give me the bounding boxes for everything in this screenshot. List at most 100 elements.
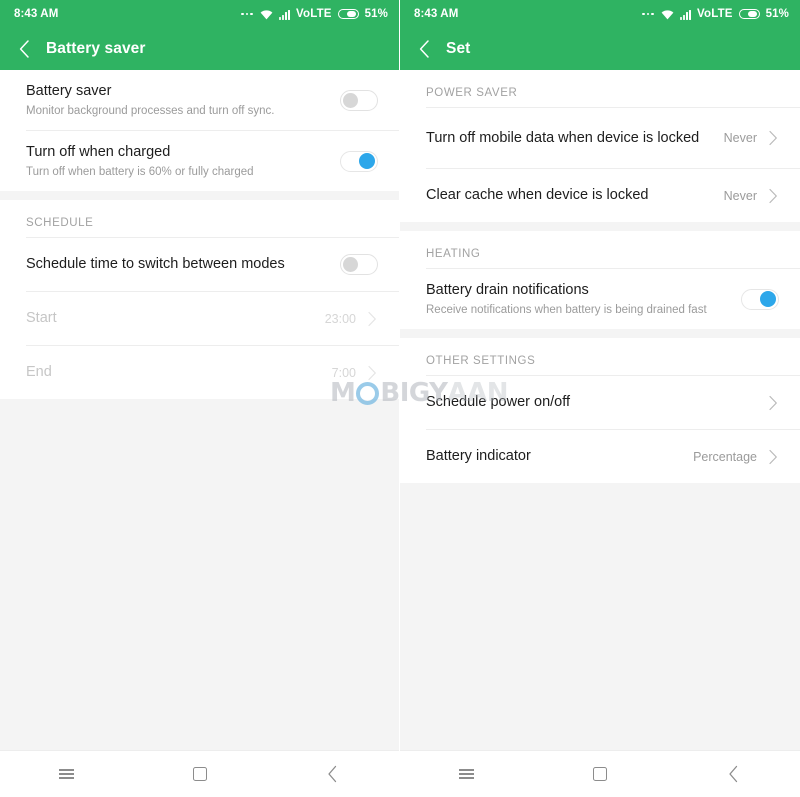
section-header-other-settings: OTHER SETTINGS	[400, 338, 800, 375]
list-item-subtitle: Monitor background processes and turn of…	[26, 104, 275, 117]
phone-screen-battery-saver: 8:43 AM VoLTE 51% Battery saver Battery …	[0, 0, 399, 797]
list-item[interactable]: Turn off mobile data when device is lock…	[400, 108, 800, 168]
list-item[interactable]: Schedule time to switch between modes	[0, 238, 399, 291]
list-item-title: Turn off mobile data when device is lock…	[426, 129, 700, 146]
toggle-schedule-time[interactable]	[340, 254, 378, 275]
list-item-title: Battery saver	[26, 82, 112, 99]
list-item-title: Schedule time to switch between modes	[26, 256, 285, 272]
settings-section: OTHER SETTINGS Schedule power on/off Bat…	[400, 338, 800, 483]
list-item-texts: Schedule time to switch between modes	[26, 244, 340, 285]
battery-icon	[337, 8, 359, 20]
dual-screenshot-container: 8:43 AM VoLTE 51% Battery saver Battery …	[0, 0, 800, 797]
signal-icon	[679, 9, 691, 20]
network-type-label: VoLTE	[295, 8, 332, 20]
back-chevron-icon	[328, 765, 337, 783]
list-item-texts: Battery indicator	[426, 436, 693, 477]
toggle-battery-saver[interactable]	[340, 89, 378, 111]
back-chevron-icon	[729, 765, 737, 783]
list-item-title: Clear cache when device is locked	[426, 187, 649, 203]
battery-percent-label: 51%	[765, 8, 789, 20]
page-title: Battery saver	[46, 40, 146, 57]
list-item-title: End	[26, 364, 52, 380]
nav-back-button[interactable]	[667, 751, 800, 797]
menu-icon	[459, 767, 475, 782]
status-icons: VoLTE 51%	[241, 8, 388, 20]
section-gap	[400, 222, 800, 231]
list-item-texts: Battery drain notifications Receive noti…	[426, 270, 741, 329]
app-bar: Battery saver	[0, 28, 399, 70]
home-square-icon	[592, 767, 607, 781]
system-nav-bar	[0, 750, 399, 797]
status-bar: 8:43 AM VoLTE 51%	[400, 0, 800, 28]
nav-back-button[interactable]	[266, 751, 399, 797]
status-time: 8:43 AM	[14, 8, 59, 20]
section-gap	[400, 329, 800, 338]
list-item-subtitle: Receive notifications when battery is be…	[426, 303, 707, 316]
list-item-title: Battery indicator	[426, 448, 531, 464]
settings-section: Battery saver Monitor background process…	[0, 70, 399, 191]
settings-content: Battery saver Monitor background process…	[0, 70, 399, 797]
list-item-value: Never	[723, 188, 757, 203]
list-item-texts: Turn off when charged Turn off when batt…	[26, 132, 340, 191]
list-item-title: Schedule power on/off	[426, 394, 571, 410]
list-item[interactable]: Battery saver Monitor background process…	[0, 70, 399, 130]
section-header-schedule: SCHEDULE	[0, 200, 399, 237]
list-item-texts: Battery saver Monitor background process…	[26, 71, 340, 130]
list-item-texts: Clear cache when device is locked	[426, 175, 724, 216]
list-item[interactable]: Clear cache when device is locked Never	[400, 169, 800, 222]
menu-icon	[59, 767, 74, 782]
nav-home-button[interactable]	[533, 751, 666, 797]
list-item-texts: End	[26, 352, 332, 393]
list-item-title: Start	[26, 310, 57, 326]
battery-icon	[738, 8, 760, 20]
list-item-title: Turn off when charged	[26, 143, 171, 160]
page-title: Set	[446, 40, 471, 57]
more-icon	[241, 12, 254, 16]
nav-menu-button[interactable]	[400, 751, 533, 797]
back-chevron-icon[interactable]	[13, 38, 35, 60]
list-item-texts: Start	[26, 298, 325, 339]
chevron-right-icon	[769, 188, 777, 203]
network-type-label: VoLTE	[696, 8, 733, 20]
toggle-battery-drain-notifications[interactable]	[741, 288, 779, 310]
list-item[interactable]: End 7:00	[0, 346, 399, 399]
list-item-value: 23:00	[324, 311, 356, 326]
section-header-power-saver: POWER SAVER	[400, 70, 800, 107]
settings-content: POWER SAVER Turn off mobile data when de…	[400, 70, 800, 797]
toggle-turn-off-when-charged[interactable]	[340, 150, 378, 172]
chevron-right-icon	[769, 130, 777, 146]
wifi-icon	[661, 9, 674, 20]
back-chevron-icon[interactable]	[413, 38, 435, 60]
battery-percent-label: 51%	[364, 8, 388, 20]
list-item-value: Percentage	[693, 449, 757, 464]
system-nav-bar	[400, 750, 800, 797]
status-time: 8:43 AM	[414, 8, 459, 20]
list-item-texts: Schedule power on/off	[426, 382, 757, 423]
list-item[interactable]: Turn off when charged Turn off when batt…	[0, 131, 399, 191]
section-gap	[0, 191, 399, 200]
home-square-icon	[192, 767, 207, 781]
status-icons: VoLTE 51%	[642, 8, 789, 20]
settings-section: POWER SAVER Turn off mobile data when de…	[400, 70, 800, 222]
more-icon	[642, 12, 655, 16]
nav-home-button[interactable]	[133, 751, 266, 797]
list-item[interactable]: Battery drain notifications Receive noti…	[400, 269, 800, 329]
list-item-texts: Turn off mobile data when device is lock…	[426, 118, 724, 159]
list-item[interactable]: Battery indicator Percentage	[400, 430, 800, 483]
settings-section: HEATING Battery drain notifications Rece…	[400, 231, 800, 329]
chevron-right-icon	[368, 311, 376, 326]
chevron-right-icon	[769, 395, 777, 410]
phone-screen-settings: 8:43 AM VoLTE 51% Set POWER SAVER Turn o…	[400, 0, 800, 797]
list-item-value: Never	[723, 131, 757, 145]
chevron-right-icon	[368, 365, 376, 380]
list-item[interactable]: Schedule power on/off	[400, 376, 800, 429]
chevron-right-icon	[769, 449, 777, 464]
list-item[interactable]: Start 23:00	[0, 292, 399, 345]
list-item-value: 7:00	[331, 365, 356, 380]
app-bar: Set	[400, 28, 800, 70]
settings-section: SCHEDULE Schedule time to switch between…	[0, 200, 399, 399]
section-header-heating: HEATING	[400, 231, 800, 268]
signal-icon	[278, 9, 290, 20]
wifi-icon	[260, 9, 273, 20]
nav-menu-button[interactable]	[0, 751, 133, 797]
